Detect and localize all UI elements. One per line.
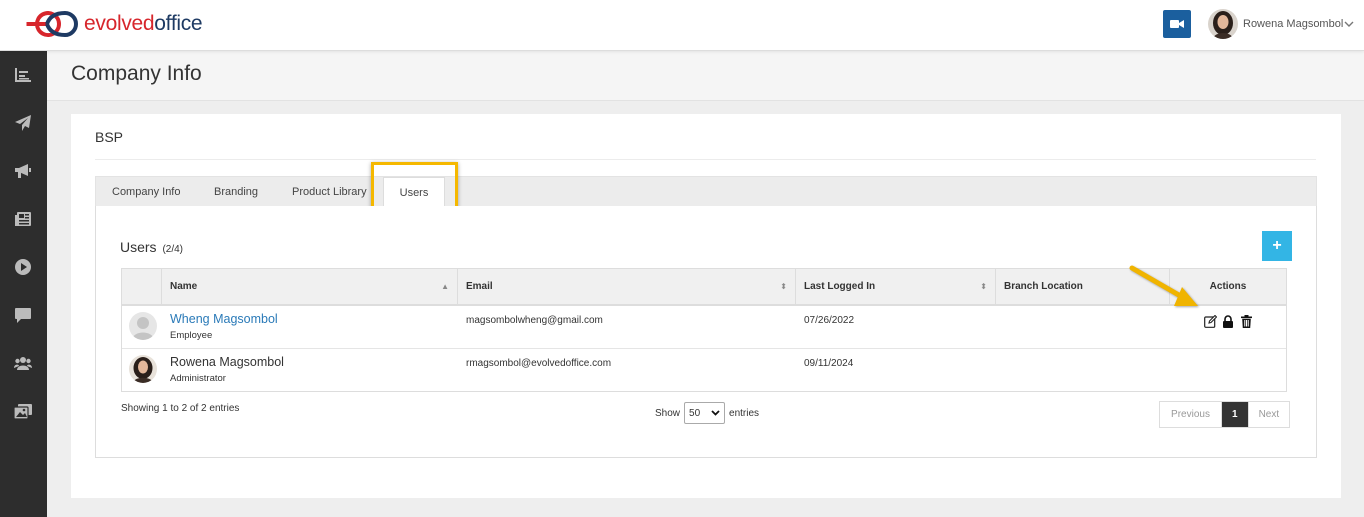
company-card: BSP Company Info Branding Product Librar… xyxy=(71,114,1341,498)
user-last-login: 07/26/2022 xyxy=(804,315,855,326)
user-email: magsombolwheng@gmail.com xyxy=(466,315,603,326)
sidebar-item-messages[interactable] xyxy=(14,306,32,324)
sidebar-item-news[interactable] xyxy=(14,210,32,228)
entries-select[interactable]: 50 xyxy=(684,402,726,424)
sidebar-item-analytics[interactable] xyxy=(14,66,32,84)
sidebar-item-users[interactable] xyxy=(14,354,32,372)
images-icon xyxy=(14,403,32,419)
entries-select-value: 50 xyxy=(689,407,701,419)
previous-page-button[interactable]: Previous xyxy=(1160,402,1222,427)
user-name: Rowena Magsombol xyxy=(1243,18,1344,30)
video-camera-icon xyxy=(1170,20,1184,28)
page-title: Company Info xyxy=(71,62,202,85)
sidebar-item-campaigns[interactable] xyxy=(14,162,32,180)
top-bar: evolvedoffice Rowena Magsombol xyxy=(0,0,1364,51)
sidebar xyxy=(0,51,47,517)
edit-icon[interactable] xyxy=(1203,314,1217,328)
newspaper-icon xyxy=(15,212,31,226)
logo[interactable]: evolvedoffice xyxy=(22,8,203,40)
column-header-actions: Actions xyxy=(1170,269,1286,305)
logo-text-evolved: evolved xyxy=(84,12,155,35)
row-actions xyxy=(1203,314,1253,328)
tab-users[interactable]: Users xyxy=(383,177,445,208)
column-label-name: Name xyxy=(170,281,198,292)
logo-mark-icon xyxy=(26,10,78,38)
entries-info: Showing 1 to 2 of 2 entries xyxy=(121,403,240,414)
user-role: Employee xyxy=(170,330,213,341)
page-1-button[interactable]: 1 xyxy=(1222,402,1248,427)
sidebar-item-media[interactable] xyxy=(14,402,32,420)
chevron-down-icon xyxy=(1344,21,1354,27)
user-menu[interactable]: Rowena Magsombol xyxy=(1208,9,1354,39)
users-title: Users xyxy=(120,239,157,255)
user-avatar xyxy=(129,355,157,383)
tab-bar: Company Info Branding Product Library Us… xyxy=(95,176,1317,208)
users-count: (2/4) xyxy=(162,244,184,255)
entries-label: entries xyxy=(729,407,760,419)
column-header-branch-location[interactable]: Branch Location xyxy=(996,269,1170,305)
user-role: Administrator xyxy=(170,373,226,384)
user-name-link[interactable]: Wheng Magsombol xyxy=(170,312,278,326)
tab-company-info[interactable]: Company Info xyxy=(112,177,180,207)
trash-icon[interactable] xyxy=(1239,314,1253,328)
logo-text: evolvedoffice xyxy=(84,12,203,36)
column-label-branch-location: Branch Location xyxy=(1004,281,1083,292)
entries-length: Show 50 entries xyxy=(655,402,759,424)
column-label-email: Email xyxy=(466,281,493,292)
user-last-login: 09/11/2024 xyxy=(804,358,854,369)
tab-branding[interactable]: Branding xyxy=(214,177,258,207)
table-row: Wheng Magsombol Employee magsombolwheng@… xyxy=(122,306,1286,349)
user-name-link[interactable]: Rowena Magsombol xyxy=(170,355,284,369)
default-avatar xyxy=(129,312,157,340)
column-header-email[interactable]: Email ⬍ xyxy=(458,269,796,305)
sidebar-item-videos[interactable] xyxy=(14,258,32,276)
add-user-button[interactable]: + xyxy=(1262,231,1292,261)
table-row: Rowena Magsombol Administrator rmagsombo… xyxy=(122,349,1286,391)
comment-icon xyxy=(15,307,31,323)
user-avatar xyxy=(1208,9,1238,39)
lock-icon[interactable] xyxy=(1221,314,1235,328)
logo-text-office: office xyxy=(154,12,203,35)
users-icon xyxy=(14,357,32,370)
column-header-name[interactable]: Name ▲ xyxy=(162,269,458,305)
user-email: rmagsombol@evolvedoffice.com xyxy=(466,358,612,369)
page-header: Company Info xyxy=(47,51,1364,101)
chart-icon xyxy=(15,68,31,82)
column-header-last-logged-in[interactable]: Last Logged In ⬍ xyxy=(796,269,996,305)
column-label-actions: Actions xyxy=(1209,281,1247,292)
company-name: BSP xyxy=(95,129,124,145)
pagination: Previous 1 Next xyxy=(1159,401,1290,428)
video-button[interactable] xyxy=(1163,10,1191,38)
next-page-button[interactable]: Next xyxy=(1247,402,1289,427)
play-circle-icon xyxy=(15,259,31,275)
sidebar-item-send[interactable] xyxy=(14,114,32,132)
paper-plane-icon xyxy=(15,115,31,131)
chevron-down-icon xyxy=(711,410,720,416)
tab-product-library[interactable]: Product Library xyxy=(292,177,367,207)
megaphone-icon xyxy=(15,164,31,178)
column-label-last-logged-in: Last Logged In xyxy=(804,281,876,292)
sort-icon: ⬍ xyxy=(780,282,787,291)
show-label: Show xyxy=(655,407,681,419)
sort-asc-icon: ▲ xyxy=(441,282,449,291)
divider xyxy=(95,159,1316,160)
sort-icon: ⬍ xyxy=(980,282,987,291)
users-panel: Users (2/4) + Name ▲ Email ⬍ Last Logged I… xyxy=(95,206,1317,458)
table-header: Name ▲ Email ⬍ Last Logged In ⬍ Branch Loca… xyxy=(122,269,1286,306)
users-table: Name ▲ Email ⬍ Last Logged In ⬍ Branch Loca… xyxy=(121,268,1287,392)
avatar-column-header xyxy=(122,269,162,305)
users-heading: Users (2/4) xyxy=(120,239,183,255)
